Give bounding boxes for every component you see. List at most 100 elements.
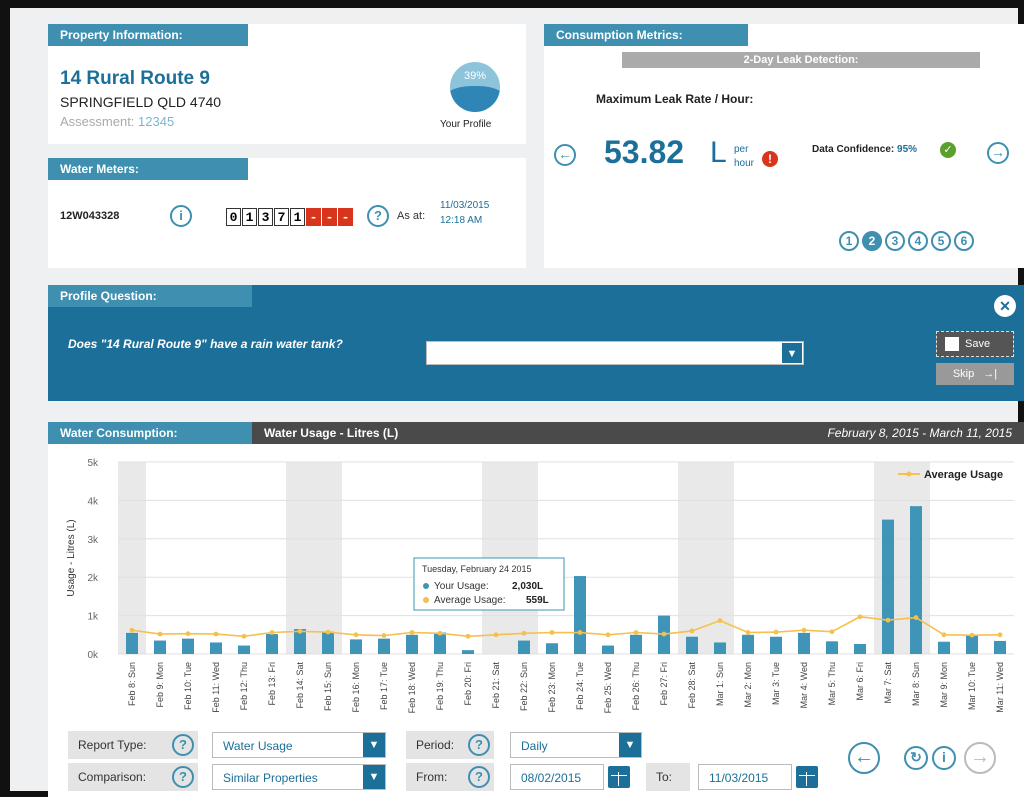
page-5-button[interactable]: 5 [931, 231, 951, 251]
x-tick-label: Feb 24: Tue [575, 662, 585, 710]
assessment-label: Assessment: [60, 114, 135, 129]
meter-digit-red: - [338, 208, 353, 226]
chart-next-icon[interactable]: → [964, 742, 996, 774]
average-point [437, 630, 443, 636]
meter-digit: 1 [290, 208, 305, 226]
tooltip-your-label: Your Usage: [434, 581, 489, 592]
to-date-field[interactable]: 11/03/2015 [698, 764, 792, 790]
usage-bar [182, 638, 194, 654]
alert-icon: ! [762, 151, 778, 167]
app-frame: Property Information: 14 Rural Route 9 S… [0, 0, 1024, 799]
unit-hour: hour [734, 158, 755, 169]
tooltip-avg-label: Average Usage: [434, 595, 506, 606]
x-tick-label: Mar 3: Tue [771, 662, 781, 705]
usage-bar [322, 631, 334, 654]
meter-help-icon[interactable]: ? [367, 205, 389, 227]
usage-bar [406, 634, 418, 654]
page-4-button[interactable]: 4 [908, 231, 928, 251]
from-calendar-icon[interactable] [608, 766, 630, 788]
average-point [381, 633, 387, 638]
x-tick-label: Mar 5: Thu [827, 662, 837, 705]
skip-arrow-icon: →| [983, 368, 998, 380]
close-icon[interactable]: ✕ [994, 295, 1016, 317]
page-3-button[interactable]: 3 [885, 231, 905, 251]
x-tick-label: Mar 8: Sun [911, 662, 921, 706]
to-calendar-icon[interactable] [796, 766, 818, 788]
x-tick-label: Mar 6: Fri [855, 662, 865, 701]
usage-bar [462, 650, 474, 654]
info-icon[interactable]: i [932, 746, 956, 770]
page-1-button[interactable]: 1 [839, 231, 859, 251]
prev-arrow-icon[interactable]: ← [554, 144, 576, 166]
x-tick-label: Feb 22: Sun [519, 662, 529, 711]
x-tick-label: Mar 4: Wed [799, 662, 809, 708]
usage-bar [826, 641, 838, 654]
from-date-field[interactable]: 08/02/2015 [510, 764, 604, 790]
refresh-icon[interactable]: ↻ [904, 746, 928, 770]
x-tick-label: Feb 26: Thu [631, 662, 641, 710]
water-consumption-title: Water Consumption: [48, 422, 252, 444]
average-point [801, 627, 807, 633]
profile-label: Your Profile [440, 119, 492, 130]
page-6-button[interactable]: 6 [954, 231, 974, 251]
average-point [661, 631, 667, 637]
skip-label: Skip [952, 368, 975, 380]
period-select[interactable]: Daily ▼ [510, 732, 642, 758]
save-label: Save [965, 338, 991, 350]
average-point [829, 629, 835, 635]
skip-button[interactable]: Skip →| [936, 363, 1014, 385]
usage-bar [602, 645, 614, 654]
x-tick-label: Feb 12: Thu [239, 662, 249, 710]
usage-bar [798, 632, 810, 654]
chart-prev-icon[interactable]: ← [848, 742, 880, 774]
average-point [493, 632, 499, 638]
x-tick-label: Feb 23: Mon [547, 662, 557, 713]
usage-bar [630, 634, 642, 654]
water-consumption-panel: Water Consumption: Water Usage - Litres … [48, 422, 1024, 799]
from-date-value: 08/02/2015 [521, 771, 582, 785]
average-point [857, 614, 863, 620]
property-panel: Property Information: 14 Rural Route 9 S… [48, 24, 526, 144]
report-type-select[interactable]: Water Usage ▼ [212, 732, 386, 758]
next-arrow-icon[interactable]: → [987, 142, 1009, 164]
report-type-help-icon[interactable]: ? [172, 734, 194, 756]
average-point [969, 632, 975, 638]
page-2-button[interactable]: 2 [862, 231, 882, 251]
metric-pagination: 123456 [836, 231, 974, 251]
x-tick-label: Feb 19: Thu [435, 662, 445, 710]
to-date-value: 11/03/2015 [709, 771, 769, 785]
average-point [353, 632, 359, 638]
average-point [213, 631, 219, 637]
x-tick-label: Feb 10: Tue [183, 662, 193, 710]
x-tick-label: Mar 9: Mon [939, 662, 949, 708]
from-help-icon[interactable]: ? [468, 766, 490, 788]
rain-tank-select[interactable]: ▼ [426, 341, 804, 365]
comparison-help-icon[interactable]: ? [172, 766, 194, 788]
meter-info-icon[interactable]: i [170, 205, 192, 227]
average-point [773, 629, 779, 635]
period-help-icon[interactable]: ? [468, 734, 490, 756]
average-point [913, 615, 919, 620]
comparison-select[interactable]: Similar Properties ▼ [212, 764, 386, 790]
chevron-down-icon: ▼ [363, 765, 385, 789]
meter-digit-red: - [306, 208, 321, 226]
save-button[interactable]: Save [936, 331, 1014, 357]
property-address-line2: SPRINGFIELD QLD 4740 [60, 94, 222, 110]
meter-time: 12:18 AM [440, 215, 483, 226]
x-tick-label: Mar 11: Wed [995, 662, 1005, 713]
average-point [885, 617, 891, 623]
profile-question-text: Does "14 Rural Route 9" have a rain wate… [68, 337, 343, 351]
x-tick-label: Feb 28: Sat [687, 662, 697, 709]
profile-gauge[interactable]: 39% [450, 62, 500, 112]
average-point [689, 628, 695, 634]
assessment: Assessment: 12345 [60, 114, 174, 129]
weekend-band [118, 462, 146, 654]
average-point [297, 628, 303, 634]
leak-rate-value: 53.82 [604, 134, 685, 170]
meter-id: 12W043328 [60, 210, 120, 222]
usage-bar [574, 576, 586, 654]
usage-bar [210, 642, 222, 654]
profile-percent: 39% [463, 70, 487, 82]
usage-bar [854, 644, 866, 654]
chevron-down-icon: ▼ [363, 733, 385, 757]
